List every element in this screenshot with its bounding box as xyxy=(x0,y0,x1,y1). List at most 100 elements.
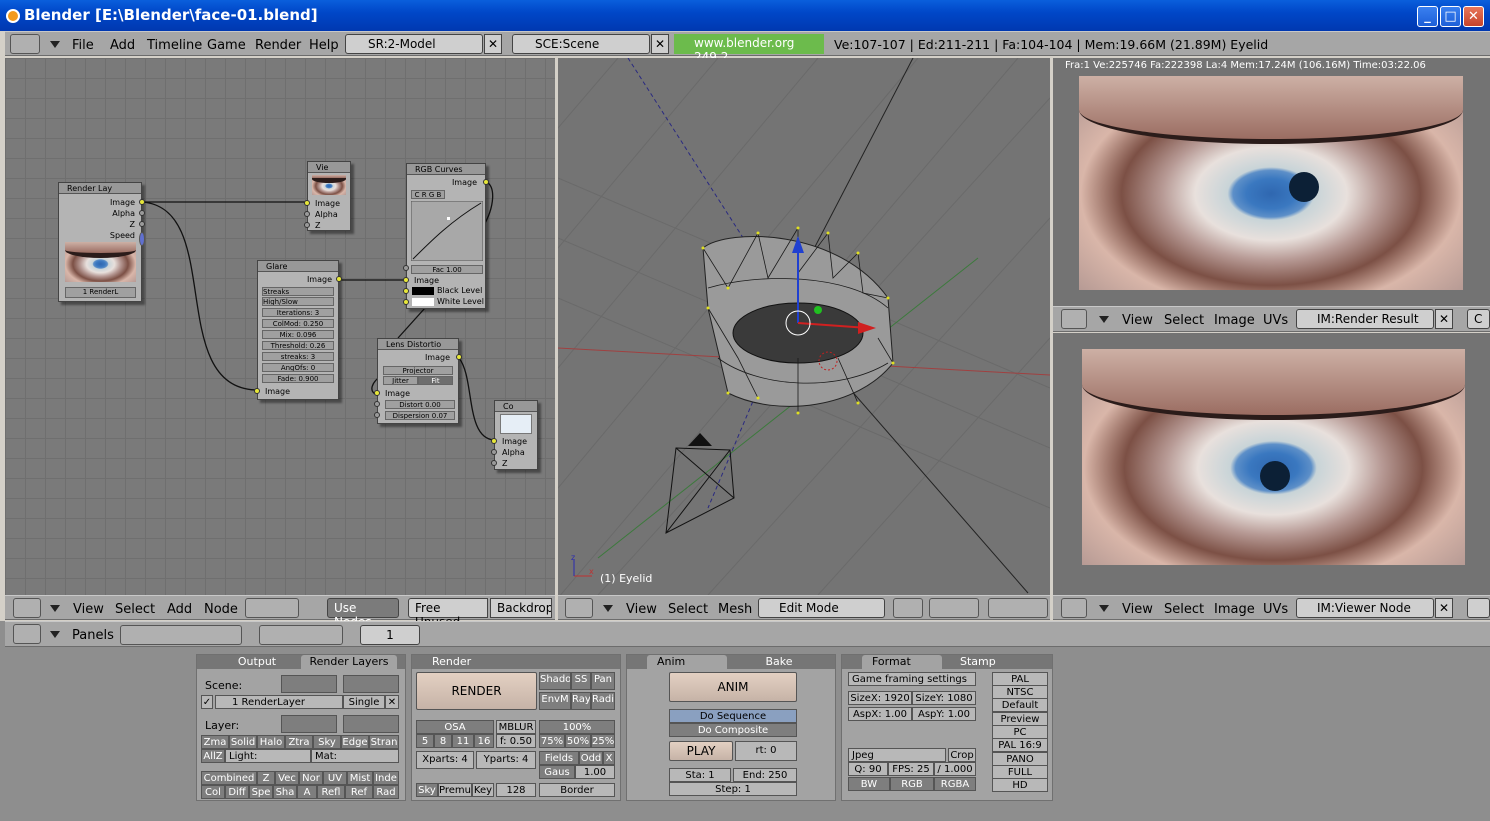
preset-pal[interactable]: PAL xyxy=(992,672,1048,686)
preset-pano[interactable]: PANO xyxy=(992,752,1048,766)
output-socket[interactable] xyxy=(139,221,145,227)
jitter-toggle[interactable]: Jitter xyxy=(383,376,418,385)
ztra-toggle[interactable]: Ztra xyxy=(285,735,313,749)
free-unused-button[interactable]: Free Unused xyxy=(408,598,488,629)
editor-type-image-button[interactable] xyxy=(1061,598,1087,618)
scene-layer-grid-b[interactable] xyxy=(343,675,399,693)
start-frame-field[interactable]: Sta: 1 xyxy=(669,768,731,782)
input-socket[interactable] xyxy=(403,288,409,294)
output-socket[interactable] xyxy=(139,210,145,216)
menu-view[interactable]: View xyxy=(1122,313,1153,328)
preset-pc[interactable]: PC xyxy=(992,725,1048,739)
xparts-field[interactable]: Xparts: 4 xyxy=(416,751,474,769)
aspy-field[interactable]: AspY: 1.00 xyxy=(912,707,976,721)
pass-shadow[interactable]: Sha xyxy=(273,785,297,799)
subcontext-buttons[interactable] xyxy=(259,625,343,645)
layer-grid-a[interactable] xyxy=(281,715,337,733)
size-75-button[interactable]: 75% xyxy=(539,734,565,748)
bits-field[interactable]: 128 xyxy=(496,783,536,797)
composite-node[interactable]: Co Image Alpha Z xyxy=(491,400,538,470)
input-socket[interactable] xyxy=(491,438,497,444)
pass-index[interactable]: Inde xyxy=(373,771,399,785)
glare-node[interactable]: Glare Image Streaks High/Slow Iterations… xyxy=(254,260,342,400)
filter-type-menu[interactable]: Gaus xyxy=(539,765,575,779)
x-toggle[interactable]: X xyxy=(603,751,615,765)
preset-ntsc[interactable]: NTSC xyxy=(992,685,1048,699)
rt-field[interactable]: rt: 0 xyxy=(735,741,797,761)
shadow-toggle[interactable]: Shado xyxy=(539,672,571,690)
input-socket[interactable] xyxy=(374,390,380,396)
dispersion-field[interactable]: Dispersion 0.07 xyxy=(385,411,455,420)
render-button[interactable]: RENDER xyxy=(416,672,537,710)
menu-uvs[interactable]: UVs xyxy=(1263,313,1288,328)
raytrace-toggle[interactable]: Ray xyxy=(571,692,591,710)
menu-image[interactable]: Image xyxy=(1214,602,1255,617)
pass-rad[interactable]: Rad xyxy=(373,785,399,799)
radiosity-toggle[interactable]: Radi xyxy=(591,692,615,710)
tab-bake[interactable]: Bake xyxy=(731,655,827,669)
menu-select[interactable]: Select xyxy=(668,602,708,617)
bw-toggle[interactable]: BW xyxy=(848,777,890,791)
aspx-field[interactable]: AspX: 1.00 xyxy=(848,707,912,721)
input-socket[interactable] xyxy=(254,388,260,394)
input-socket[interactable] xyxy=(374,401,380,407)
pass-spec[interactable]: Spe xyxy=(249,785,273,799)
menu-mesh[interactable]: Mesh xyxy=(718,602,752,617)
input-socket[interactable] xyxy=(304,200,310,206)
output-socket[interactable] xyxy=(483,179,489,185)
output-socket[interactable] xyxy=(139,199,145,205)
delete-screen-button[interactable]: ✕ xyxy=(484,34,502,54)
preset-full[interactable]: FULL xyxy=(992,765,1048,779)
draw-type-button[interactable] xyxy=(893,598,923,618)
colmod-field[interactable]: ColMod: 0.250 xyxy=(262,319,334,328)
size-50-button[interactable]: 50% xyxy=(565,734,591,748)
editor-type-node-button[interactable] xyxy=(13,598,41,618)
image-options-button[interactable] xyxy=(1467,598,1490,618)
sizex-field[interactable]: SizeX: 1920 xyxy=(848,691,912,705)
menu-add[interactable]: Add xyxy=(167,602,192,617)
render-panel-title[interactable]: Render xyxy=(412,655,620,669)
yparts-field[interactable]: Yparts: 4 xyxy=(476,751,536,769)
odd-toggle[interactable]: Odd xyxy=(579,751,603,765)
end-frame-field[interactable]: End: 250 xyxy=(733,768,797,782)
single-toggle[interactable]: Single xyxy=(343,695,385,709)
mblur-toggle[interactable]: MBLUR xyxy=(496,720,536,734)
distort-field[interactable]: Distort 0.00 xyxy=(385,400,455,409)
do-composite-toggle[interactable]: Do Composite xyxy=(669,723,797,737)
do-sequence-toggle[interactable]: Do Sequence xyxy=(669,709,797,723)
glare-type-menu[interactable]: Streaks xyxy=(262,287,334,296)
menu-game[interactable]: Game xyxy=(207,38,246,53)
pass-ao[interactable]: A xyxy=(297,785,317,799)
crop-toggle[interactable]: Crop xyxy=(948,748,976,762)
black-level-swatch[interactable] xyxy=(412,287,434,295)
osa-8-button[interactable]: 8 xyxy=(434,734,452,748)
tab-anim[interactable]: Anim xyxy=(647,655,727,669)
border-toggle[interactable]: Border xyxy=(539,783,615,797)
pass-vec[interactable]: Vec xyxy=(275,771,299,785)
manipulator-buttons[interactable] xyxy=(988,598,1048,618)
angofs-field[interactable]: AngOfs: 0 xyxy=(262,363,334,372)
pass-z[interactable]: Z xyxy=(257,771,275,785)
curve-widget[interactable] xyxy=(411,201,483,261)
anim-button[interactable]: ANIM xyxy=(669,672,797,702)
collapse-menu-icon[interactable] xyxy=(50,631,60,638)
tab-output[interactable]: Output xyxy=(217,655,297,669)
osa-toggle[interactable]: OSA xyxy=(416,720,494,734)
menu-render[interactable]: Render xyxy=(255,38,301,53)
size-100-button[interactable]: 100% xyxy=(539,720,615,734)
input-socket[interactable] xyxy=(403,265,409,271)
scene-layer-grid-a[interactable] xyxy=(281,675,337,693)
menu-view[interactable]: View xyxy=(626,602,657,617)
game-framing-button[interactable]: Game framing settings xyxy=(848,672,976,686)
editor-type-info-button[interactable] xyxy=(10,34,40,54)
fps-field[interactable]: FPS: 25 xyxy=(888,762,934,776)
input-socket[interactable] xyxy=(304,211,310,217)
fields-toggle[interactable]: Fields xyxy=(539,751,579,765)
scene-selector[interactable]: SCE:Scene xyxy=(512,34,650,54)
collapse-menu-icon[interactable] xyxy=(50,41,60,48)
sky-toggle[interactable]: Sky xyxy=(313,735,341,749)
use-nodes-toggle[interactable]: Use Nodes xyxy=(327,598,399,629)
image-options-button[interactable]: C xyxy=(1467,309,1490,329)
menu-node[interactable]: Node xyxy=(204,602,238,617)
streaks-field[interactable]: streaks: 3 xyxy=(262,352,334,361)
